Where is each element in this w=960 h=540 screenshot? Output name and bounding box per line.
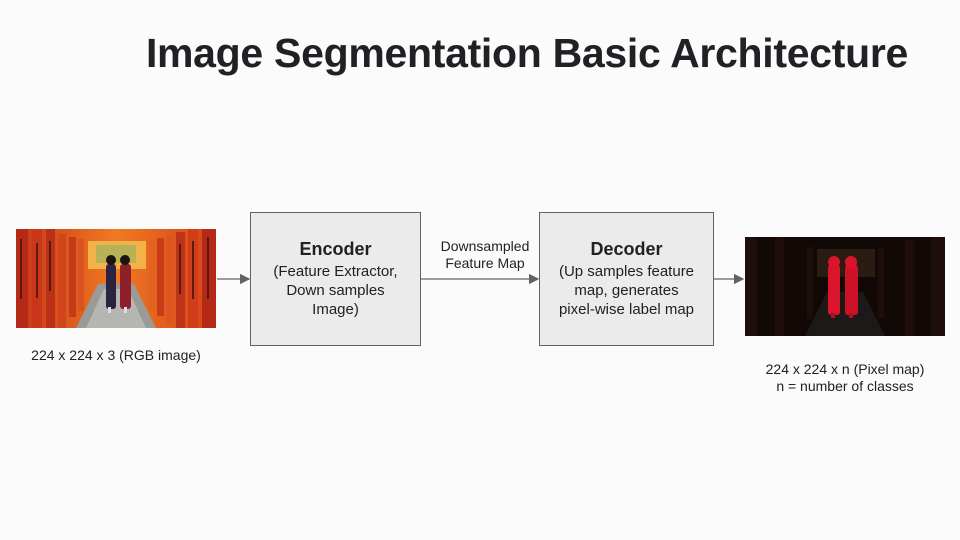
- flow-arrows: [217, 273, 745, 285]
- slide: Image Segmentation Basic Architecture 22…: [0, 0, 960, 540]
